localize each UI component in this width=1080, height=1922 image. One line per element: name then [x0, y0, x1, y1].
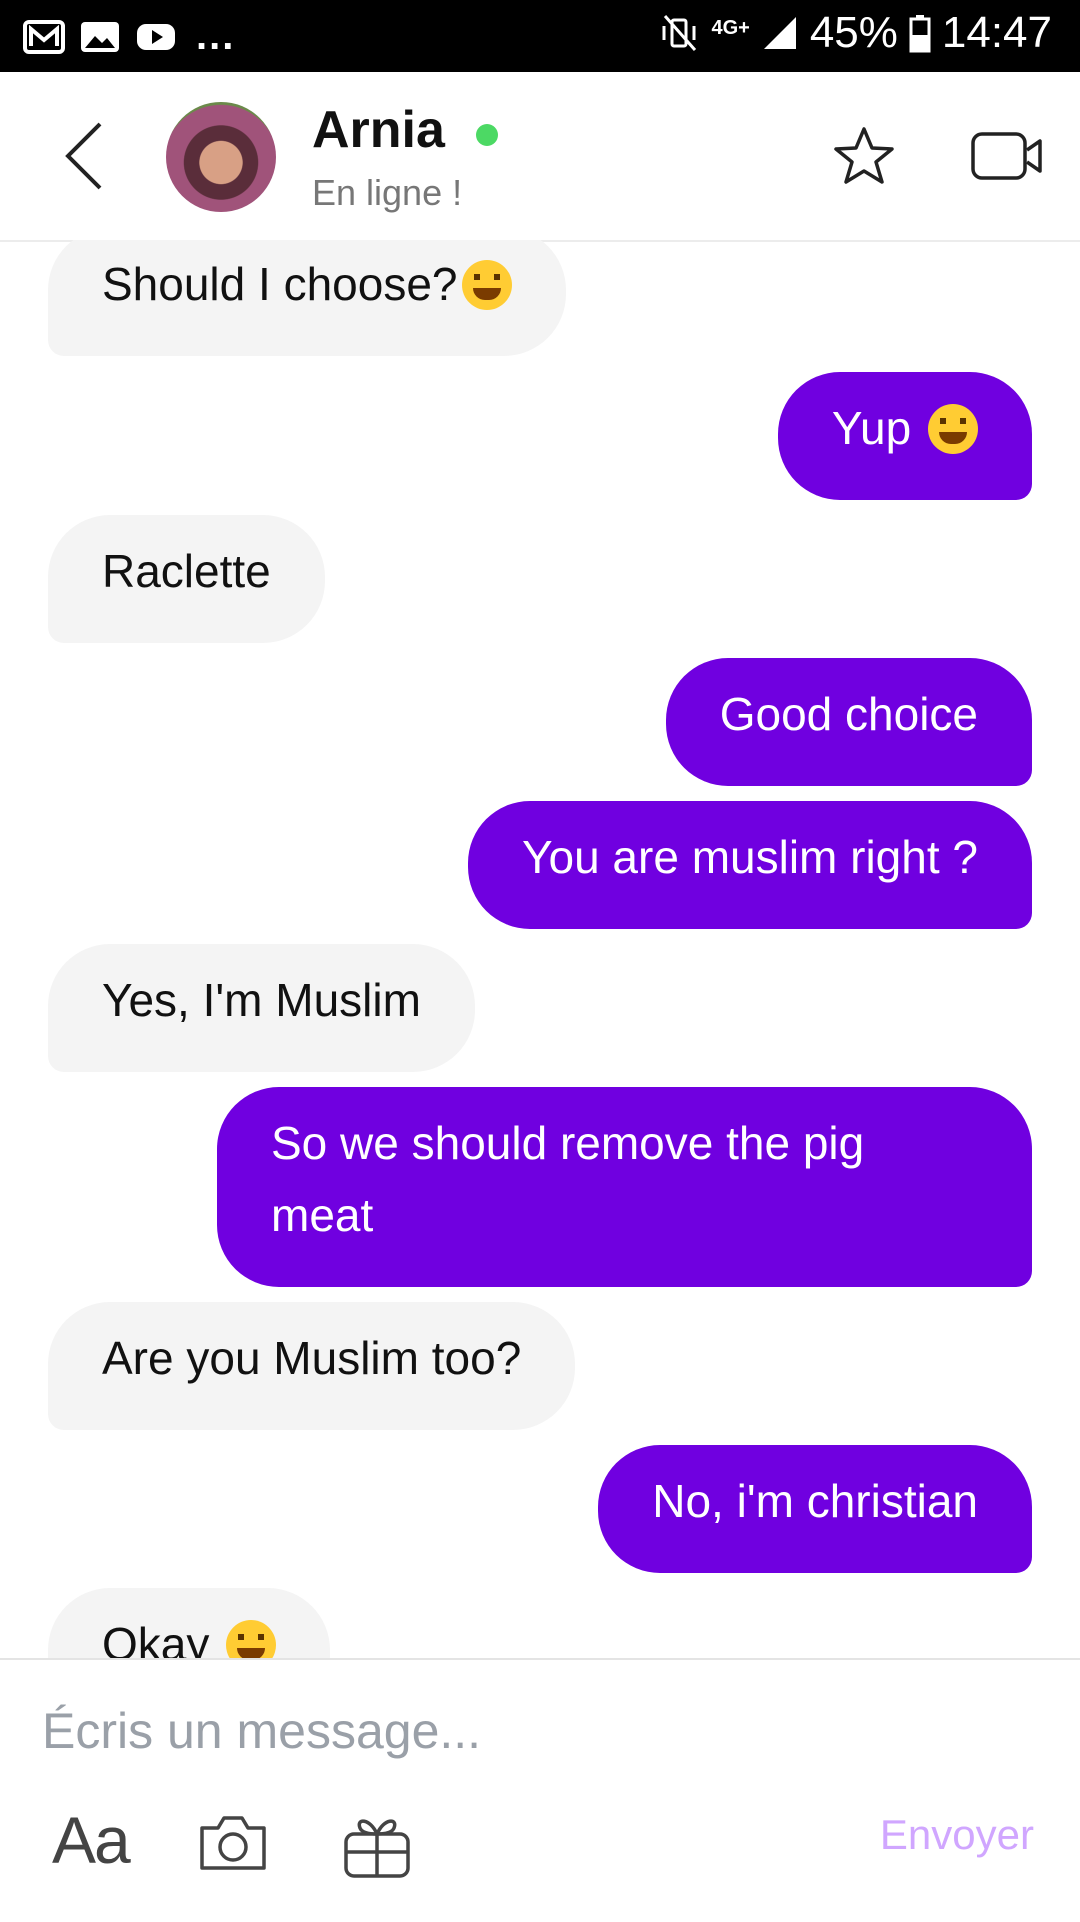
- status-bar: ... 4G+ 45% 14:47: [0, 0, 1080, 72]
- gift-icon[interactable]: [340, 1810, 414, 1880]
- message-outgoing: Yup: [777, 372, 1032, 500]
- message-outgoing: You are muslim right ?: [468, 801, 1032, 929]
- message-input[interactable]: [40, 1690, 944, 1772]
- signal-icon: [763, 17, 796, 49]
- online-status-dot: [476, 124, 498, 146]
- message-incoming: Should I choose?: [48, 240, 566, 356]
- contact-name[interactable]: Arnia: [312, 100, 445, 160]
- message-incoming: Okay: [48, 1588, 331, 1658]
- text-format-button[interactable]: Aa: [52, 1802, 131, 1878]
- video-call-icon[interactable]: [970, 128, 1044, 184]
- message-outgoing: So we should remove the pig meat: [217, 1087, 1032, 1287]
- message-text: Good choice: [719, 688, 978, 740]
- send-button[interactable]: Envoyer: [874, 1810, 1040, 1860]
- network-indicator: 4G+: [711, 17, 750, 39]
- message-outgoing: No, i'm christian: [598, 1445, 1032, 1573]
- message-composer: Aa Envoyer: [0, 1658, 1080, 1922]
- gmail-icon: [23, 19, 65, 54]
- back-arrow-icon[interactable]: [58, 118, 108, 194]
- message-text: Raclette: [102, 545, 271, 597]
- clock: 14:47: [941, 8, 1052, 57]
- battery-icon: [909, 15, 931, 53]
- more-notifications: ...: [196, 14, 236, 58]
- message-text: Okay: [102, 1618, 223, 1658]
- message-incoming: Raclette: [48, 515, 325, 643]
- camera-icon[interactable]: [196, 1810, 270, 1874]
- message-list[interactable]: Should I choose? Yup Raclette Good choic…: [0, 240, 1080, 1658]
- avatar[interactable]: [166, 102, 276, 212]
- message-text: No, i'm christian: [652, 1475, 978, 1527]
- message-text: So we should remove the pig meat: [271, 1117, 865, 1241]
- message-incoming: Are you Muslim too?: [48, 1302, 576, 1430]
- contact-status: En ligne !: [312, 172, 463, 213]
- grinning-sweat-emoji-icon: [461, 260, 512, 310]
- message-outgoing: Good choice: [665, 658, 1032, 786]
- message-incoming: Yes, I'm Muslim: [48, 944, 475, 1072]
- message-text: You are muslim right ?: [522, 831, 978, 883]
- blushing-emoji-icon: [226, 1620, 277, 1658]
- message-text: Should I choose?: [102, 258, 458, 310]
- message-text: Yup: [831, 402, 924, 454]
- chat-header: Arnia En ligne !: [0, 72, 1080, 242]
- message-text: Yes, I'm Muslim: [102, 974, 421, 1026]
- status-bar-notifications: ...: [22, 14, 235, 59]
- favorite-star-icon[interactable]: [832, 124, 896, 188]
- youtube-icon: [137, 23, 175, 50]
- winking-tongue-emoji-icon: [928, 404, 978, 454]
- gallery-icon: [81, 21, 119, 52]
- message-text: Are you Muslim too?: [102, 1332, 522, 1384]
- battery-percent: 45%: [809, 8, 898, 57]
- status-bar-system: 4G+ 45% 14:47: [659, 8, 1052, 58]
- vibrate-mute-icon: [662, 15, 697, 51]
